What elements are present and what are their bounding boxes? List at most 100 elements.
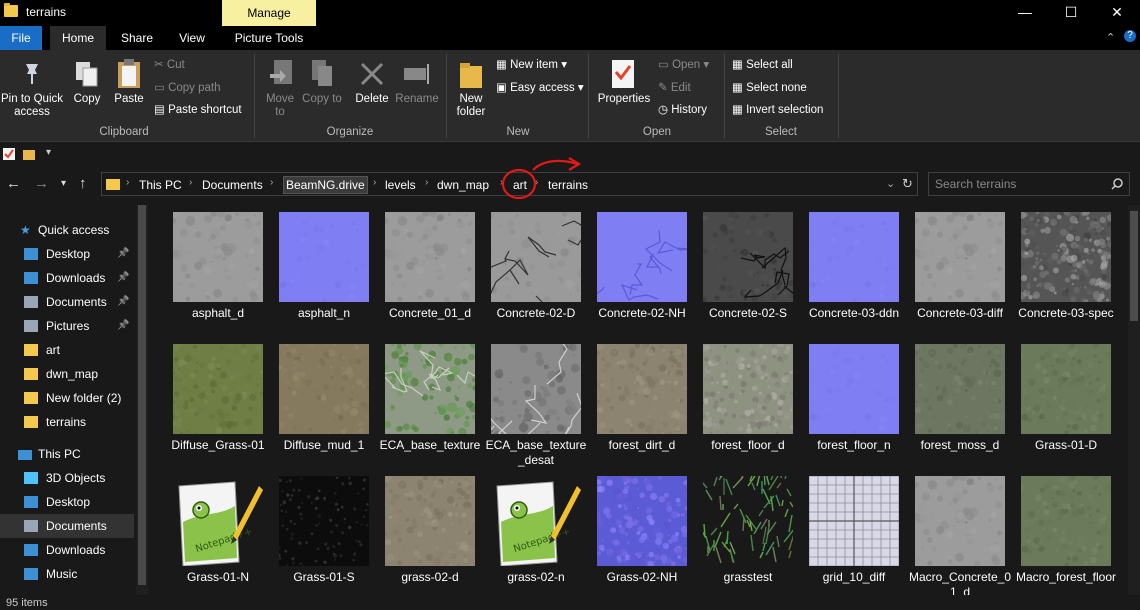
sidebar-label: Desktop [46, 247, 91, 261]
properties-check-icon[interactable] [2, 147, 16, 161]
main-scroll-thumb[interactable] [1130, 211, 1138, 321]
new-item-button[interactable]: ▦ New item ▾ [496, 57, 567, 71]
minimize-button[interactable]: — [1002, 0, 1048, 26]
file-item[interactable]: Grass-01-S [271, 469, 377, 595]
file-item[interactable]: grid_10_diff [801, 469, 907, 595]
file-item[interactable]: Notepad++ grass-02-n [483, 469, 589, 595]
file-item[interactable]: ECA_base_texture_desat [483, 337, 589, 467]
file-item[interactable]: forest_floor_n [801, 337, 907, 465]
maximize-button[interactable]: ☐ [1048, 0, 1094, 26]
file-item[interactable]: Notepad++ Grass-01-N [165, 469, 271, 595]
copy-path-icon: ▭ [154, 82, 169, 94]
search-input[interactable] [935, 177, 1105, 191]
invert-selection-button[interactable]: ▦ Invert selection [732, 102, 823, 116]
sidebar-item-art[interactable]: art [0, 338, 134, 362]
annotation-red-circle [501, 157, 582, 200]
file-item[interactable]: ECA_base_texture [377, 337, 483, 465]
forward-arrow-icon[interactable]: → [34, 175, 49, 192]
cut-button[interactable]: ✂ Cut [154, 57, 185, 71]
file-thumbnail-icon: Notepad++ [173, 476, 263, 566]
tab-picture-tools[interactable]: Picture Tools [226, 26, 312, 50]
file-item[interactable]: Macro_forest_floor [1013, 469, 1119, 595]
select-none-button[interactable]: ▦ Select none [732, 80, 807, 94]
sidebar-label: This PC [38, 447, 81, 461]
file-item[interactable]: asphalt_n [271, 205, 377, 333]
tab-home[interactable]: Home [50, 26, 106, 50]
file-item[interactable]: Concrete-03-ddn [801, 205, 907, 333]
up-arrow-icon[interactable]: ↑ [79, 175, 87, 192]
tab-share[interactable]: Share [112, 26, 162, 50]
file-item[interactable]: forest_moss_d [907, 337, 1013, 465]
breadcrumb-dwn-map[interactable]: dwn_map [437, 178, 489, 192]
recent-locations-chevron-icon[interactable]: ▾ [61, 178, 66, 189]
sidebar-pc-item-3d-objects[interactable]: 3D Objects [0, 466, 134, 490]
file-thumbnail-icon [385, 212, 475, 302]
search-icon[interactable] [1111, 178, 1123, 190]
file-item[interactable]: Concrete-03-diff [907, 205, 1013, 333]
file-item[interactable]: grasstest [695, 469, 801, 595]
open-button[interactable]: ▭ Open ▾ [658, 57, 709, 71]
paste-shortcut-button[interactable]: ▤ Paste shortcut [154, 102, 242, 116]
sidebar-scrollbar[interactable] [136, 205, 148, 595]
rename-icon [404, 64, 429, 84]
sidebar-item-documents[interactable]: Documents 📌 [0, 290, 134, 314]
file-item[interactable]: Concrete-02-D [483, 205, 589, 333]
file-thumbnail-icon [1021, 344, 1111, 434]
paste-icon [118, 59, 140, 88]
sidebar-item-dwn-map[interactable]: dwn_map [0, 362, 134, 386]
file-item[interactable]: Diffuse_Grass-01 [165, 337, 271, 465]
rename-label: Rename [395, 93, 439, 105]
file-item[interactable]: Grass-02-NH [589, 469, 695, 595]
breadcrumb-beamng[interactable]: BeamNG.drive [283, 176, 368, 194]
edit-button[interactable]: ✎ Edit [658, 80, 691, 94]
file-item[interactable]: Concrete-02-NH [589, 205, 695, 333]
sidebar-item-downloads[interactable]: Downloads 📌 [0, 266, 134, 290]
main-scrollbar[interactable] [1128, 205, 1140, 595]
tab-manage[interactable]: Manage [222, 0, 316, 26]
search-box[interactable] [928, 172, 1130, 196]
file-item[interactable]: Concrete_01_d [377, 205, 483, 333]
sidebar-item-terrains[interactable]: terrains [0, 410, 134, 434]
breadcrumb-separator-icon: › [425, 177, 429, 188]
sidebar-pc-item-documents[interactable]: Documents [0, 514, 134, 538]
refresh-icon[interactable]: ↻ [902, 176, 913, 192]
sidebar-scroll-thumb[interactable] [138, 205, 146, 585]
breadcrumb-this-pc[interactable]: This PC [139, 178, 182, 192]
breadcrumb-separator-icon: › [189, 177, 193, 188]
file-item[interactable]: Diffuse_mud_1 [271, 337, 377, 465]
sidebar-item-pictures[interactable]: Pictures 📌 [0, 314, 134, 338]
new-folder-small-icon[interactable] [22, 147, 36, 161]
file-item[interactable]: forest_dirt_d [589, 337, 695, 465]
easy-access-button[interactable]: ▣ Easy access ▾ [496, 80, 584, 94]
breadcrumb-documents[interactable]: Documents [202, 178, 263, 192]
sidebar-pc-item-downloads[interactable]: Downloads [0, 538, 134, 562]
copy-path-button[interactable]: ▭ Copy path [154, 80, 221, 94]
3d-objects-icon [24, 472, 38, 484]
help-icon[interactable]: ? [1124, 30, 1136, 42]
file-item[interactable]: Grass-01-D [1013, 337, 1119, 465]
sidebar-this-pc[interactable]: This PC [0, 442, 134, 466]
edit-label: Edit [670, 82, 691, 94]
breadcrumb-levels[interactable]: levels [385, 178, 416, 192]
file-item[interactable]: Concrete-03-spec [1013, 205, 1119, 333]
back-arrow-icon[interactable]: ← [6, 175, 21, 192]
file-item[interactable]: forest_floor_d [695, 337, 801, 465]
sidebar-pc-item-desktop[interactable]: Desktop [0, 490, 134, 514]
address-dropdown-icon[interactable]: ⌄ [886, 177, 895, 190]
history-button[interactable]: ◷ History [658, 102, 707, 116]
collapse-ribbon-icon[interactable]: ⌃ [1106, 31, 1115, 44]
file-item[interactable]: asphalt_d [165, 205, 271, 333]
close-button[interactable]: ✕ [1094, 0, 1140, 26]
sidebar-item-new-folder-2-[interactable]: New folder (2) [0, 386, 134, 410]
select-all-button[interactable]: ▦ Select all [732, 57, 793, 71]
tab-file[interactable]: File [0, 26, 42, 50]
file-item[interactable]: grass-02-d [377, 469, 483, 595]
sidebar-item-desktop[interactable]: Desktop 📌 [0, 242, 134, 266]
customize-toolbar-icon[interactable]: ▾ [46, 147, 51, 158]
divider [838, 54, 839, 138]
sidebar-pc-item-music[interactable]: Music [0, 562, 134, 586]
sidebar-quick-access[interactable]: ★ Quick access [0, 218, 134, 242]
tab-view[interactable]: View [168, 26, 216, 50]
file-item[interactable]: Concrete-02-S [695, 205, 801, 333]
file-item[interactable]: Macro_Concrete_01_d [907, 469, 1013, 595]
